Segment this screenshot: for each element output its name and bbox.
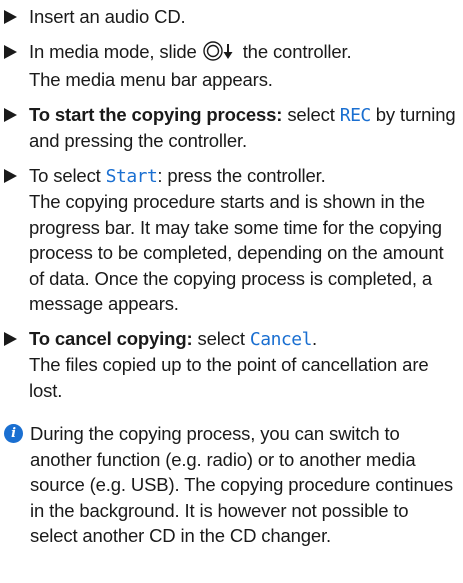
display-item-rec: REC <box>339 104 372 126</box>
step-text: To cancel copying: select Cancel. <box>29 327 317 350</box>
step-text: To select Start: press the controller. <box>29 164 326 187</box>
step-text: To start the copying process: select REC… <box>29 103 456 152</box>
step-cancel-copying: To cancel copying: select Cancel. The fi… <box>4 326 457 404</box>
step-heading: To cancel copying: <box>29 327 193 349</box>
step-slide-controller: In media mode, slide the controller. The… <box>4 39 457 93</box>
note-text: During the copying process, you can swit… <box>30 423 454 546</box>
step-arrow-icon <box>4 331 17 346</box>
step-arrow-icon <box>4 44 17 59</box>
step-text: In media mode, slide the controller. <box>29 39 457 68</box>
display-item-cancel: Cancel <box>249 328 313 350</box>
step-start-copying: To start the copying process: select REC… <box>4 102 457 154</box>
step-arrow-icon <box>4 107 17 122</box>
step-select-start: To select Start: press the controller. T… <box>4 163 457 317</box>
info-icon: i <box>4 424 23 443</box>
controller-slide-down-icon <box>203 40 237 68</box>
step-result: The files copied up to the point of canc… <box>29 354 429 401</box>
step-result: The media menu bar appears. <box>29 69 273 90</box>
step-text: Insert an audio CD. <box>29 6 186 27</box>
info-note: i During the copying process, you can sw… <box>4 421 457 549</box>
step-insert-cd: Insert an audio CD. <box>4 4 457 30</box>
instruction-page: Insert an audio CD. In media mode, slide… <box>0 0 463 583</box>
step-heading: To start the copying process: <box>29 103 283 125</box>
step-arrow-icon <box>4 10 17 24</box>
step-arrow-icon <box>4 168 17 183</box>
step-result: The copying procedure starts and is show… <box>29 191 444 314</box>
display-item-start: Start <box>105 165 158 187</box>
